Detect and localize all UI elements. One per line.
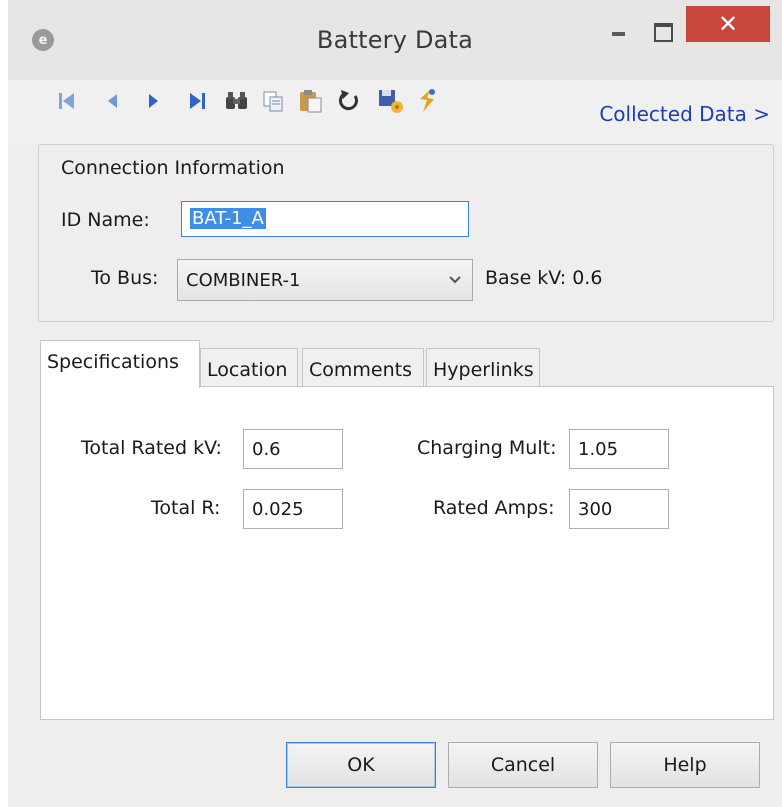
total-rated-kv-field[interactable]: 0.6: [243, 429, 343, 469]
close-button[interactable]: ✕: [686, 6, 770, 42]
toolbar: Collected Data >: [8, 80, 782, 144]
total-r-field[interactable]: 0.025: [243, 489, 343, 529]
total-r-label: Total R:: [151, 497, 221, 519]
tab-location[interactable]: Location: [200, 348, 298, 388]
charging-mult-field[interactable]: 1.05: [569, 429, 669, 469]
collect-icon[interactable]: [412, 86, 442, 116]
tab-specifications[interactable]: Specifications: [40, 340, 200, 388]
cancel-button[interactable]: Cancel: [448, 742, 598, 788]
id-name-value: BAT-1_A: [190, 208, 266, 229]
connection-information-group: Connection Information ID Name: BAT-1_A …: [38, 144, 774, 322]
paste-icon[interactable]: [296, 86, 326, 116]
find-icon[interactable]: [222, 86, 252, 116]
tab-comments[interactable]: Comments: [302, 348, 424, 388]
to-bus-label: To Bus:: [91, 267, 159, 289]
first-record-icon[interactable]: [52, 86, 82, 116]
collected-data-link[interactable]: Collected Data >: [599, 102, 770, 126]
save-icon[interactable]: [376, 86, 406, 116]
total-rated-kv-label: Total Rated kV:: [81, 437, 222, 459]
title-bar: e Battery Data ✕: [8, 0, 782, 80]
charging-mult-label: Charging Mult:: [417, 437, 557, 459]
chevron-down-icon: [448, 270, 462, 289]
tab-hyperlinks[interactable]: Hyperlinks: [426, 348, 540, 388]
copy-icon[interactable]: [258, 86, 288, 116]
undo-icon[interactable]: [334, 86, 364, 116]
ok-button[interactable]: OK: [286, 742, 436, 788]
base-kv-label: Base kV: 0.6: [485, 267, 603, 289]
next-record-icon[interactable]: [138, 86, 168, 116]
to-bus-select[interactable]: COMBINER-1: [177, 259, 473, 301]
specifications-panel: Total Rated kV: 0.6 Total R: 0.025 Charg…: [40, 386, 774, 720]
to-bus-value: COMBINER-1: [186, 270, 301, 291]
id-name-input[interactable]: BAT-1_A: [181, 201, 469, 237]
rated-amps-label: Rated Amps:: [433, 497, 555, 519]
last-record-icon[interactable]: [182, 86, 212, 116]
maximize-button[interactable]: [640, 14, 684, 48]
minimize-button[interactable]: [596, 14, 638, 48]
help-button[interactable]: Help: [610, 742, 760, 788]
rated-amps-field[interactable]: 300: [569, 489, 669, 529]
battery-data-dialog: e Battery Data ✕ Collected Data > Connec…: [8, 0, 782, 807]
previous-record-icon[interactable]: [98, 86, 128, 116]
id-name-label: ID Name:: [61, 209, 150, 231]
group-legend: Connection Information: [61, 157, 285, 179]
